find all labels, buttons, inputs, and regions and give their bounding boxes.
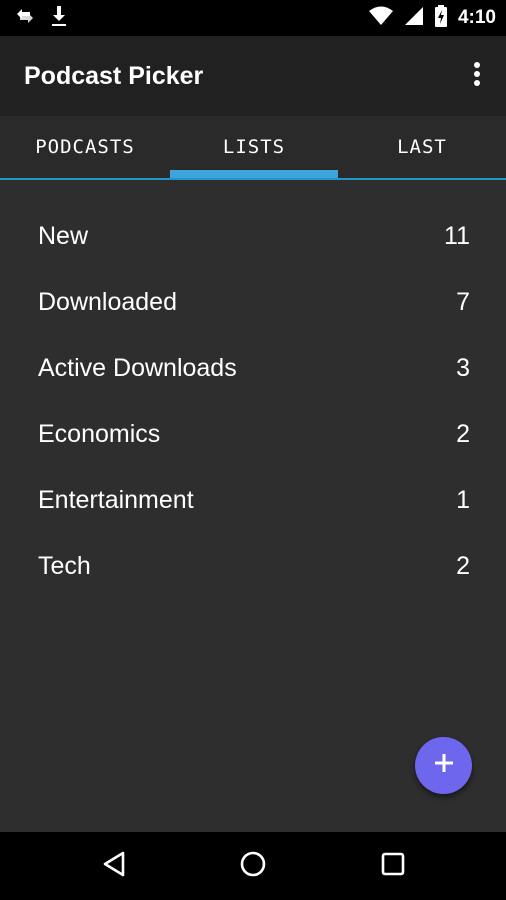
list-item-label: New [38, 221, 89, 250]
list-item-new[interactable]: New 11 [0, 203, 506, 269]
list-item-label: Downloaded [38, 287, 177, 316]
list-item-count: 3 [456, 353, 470, 382]
back-button[interactable] [94, 846, 134, 886]
list-item-count: 2 [456, 419, 470, 448]
list-item-active-downloads[interactable]: Active Downloads 3 [0, 335, 506, 401]
list-item-count: 2 [456, 551, 470, 580]
recents-icon [381, 852, 405, 881]
list-item-entertainment[interactable]: Entertainment 1 [0, 467, 506, 533]
sync-icon [14, 6, 36, 31]
list-item-downloaded[interactable]: Downloaded 7 [0, 269, 506, 335]
tab-last[interactable]: LAST [338, 116, 506, 178]
more-vert-icon [473, 61, 481, 92]
tab-podcasts[interactable]: PODCASTS [0, 116, 170, 178]
battery-charging-icon [434, 4, 448, 32]
status-time: 4:10 [457, 7, 496, 28]
list-item-economics[interactable]: Economics 2 [0, 401, 506, 467]
home-icon [239, 850, 267, 883]
wifi-icon [368, 6, 394, 31]
back-icon [101, 850, 127, 883]
home-button[interactable] [233, 846, 273, 886]
list-item-count: 7 [456, 287, 470, 316]
list-item-label: Active Downloads [38, 353, 237, 382]
list-item-tech[interactable]: Tech 2 [0, 533, 506, 599]
app-title: Podcast Picker [24, 61, 204, 90]
navigation-bar [0, 832, 506, 900]
signal-icon [404, 6, 424, 31]
status-bar: 4:10 [0, 0, 506, 36]
add-list-button[interactable] [415, 737, 472, 794]
list-item-label: Tech [38, 551, 91, 580]
list-item-count: 1 [456, 485, 470, 514]
lists-content: New 11 Downloaded 7 Active Downloads 3 E… [0, 180, 506, 832]
download-icon [50, 5, 68, 32]
list-item-label: Economics [38, 419, 161, 448]
selected-tab-indicator [170, 170, 338, 178]
list-item-count: 11 [444, 221, 470, 250]
recents-button[interactable] [373, 846, 413, 886]
plus-icon [434, 753, 454, 778]
overflow-menu-button[interactable] [462, 56, 492, 96]
list-item-label: Entertainment [38, 485, 194, 514]
tab-lists[interactable]: LISTS [170, 116, 338, 178]
app-bar: Podcast Picker [0, 36, 506, 116]
